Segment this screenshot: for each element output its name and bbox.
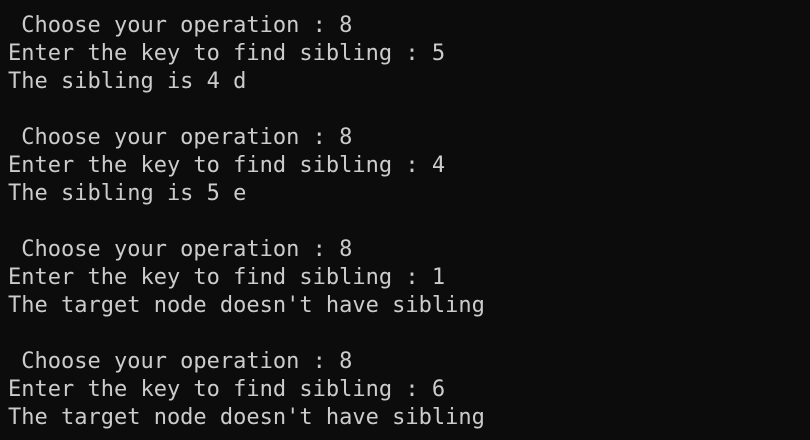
result-line: The sibling is 5 e: [8, 181, 247, 206]
output-block: Choose your operation : 8 Enter the key …: [8, 12, 810, 96]
output-block: Choose your operation : 8 Enter the key …: [8, 348, 810, 432]
result-line: The target node doesn't have sibling: [8, 293, 485, 318]
key-input-line: Enter the key to find sibling : 1: [8, 265, 446, 290]
result-line: The target node doesn't have sibling: [8, 405, 485, 430]
key-input-line: Enter the key to find sibling : 4: [8, 153, 446, 178]
output-block: Choose your operation : 8 Enter the key …: [8, 124, 810, 208]
output-block: Choose your operation : 8 Enter the key …: [8, 236, 810, 320]
key-input-line: Enter the key to find sibling : 6: [8, 377, 446, 402]
operation-prompt-line: Choose your operation : 8: [8, 237, 353, 262]
operation-prompt-line: Choose your operation : 8: [8, 349, 353, 374]
result-line: The sibling is 4 d: [8, 69, 247, 94]
key-input-line: Enter the key to find sibling : 5: [8, 41, 446, 66]
console-output[interactable]: Choose your operation : 8 Enter the key …: [0, 0, 810, 440]
operation-prompt-line: Choose your operation : 8: [8, 125, 353, 150]
operation-prompt-line: Choose your operation : 8: [8, 13, 353, 38]
